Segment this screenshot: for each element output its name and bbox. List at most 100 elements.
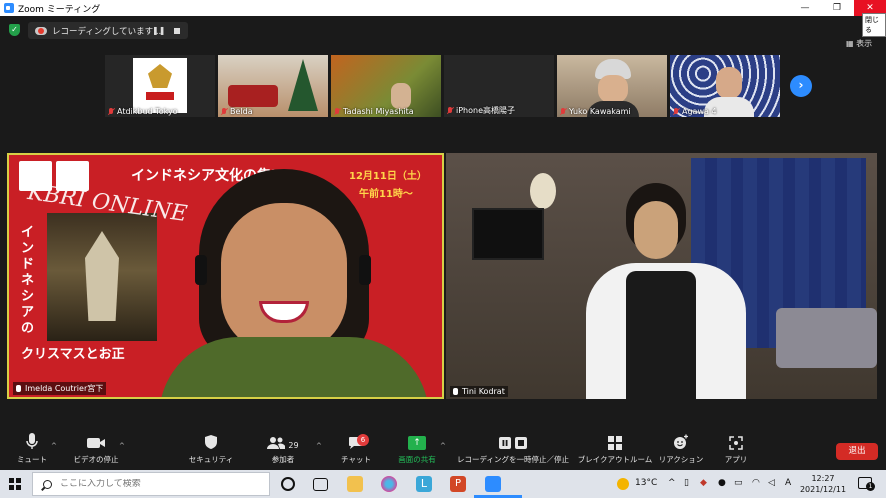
mic-muted-icon <box>108 107 114 116</box>
speaker-person <box>159 169 429 397</box>
smiley-plus-icon <box>673 428 689 450</box>
view-button[interactable]: ▦ 表示 <box>846 38 872 49</box>
zoom-taskbar-icon[interactable] <box>485 476 501 492</box>
red-sofa <box>228 85 278 107</box>
participant-thumbnail-strip: Atdikbud Tokyo Belda Tadashi Miyashita i… <box>105 55 781 117</box>
participant-name: Agawa 4 <box>673 107 717 116</box>
participant-name: Tadashi Miyashita <box>334 107 414 116</box>
breakout-rooms-button[interactable]: ブレイクアウトルーム <box>577 428 653 470</box>
snipping-tool-icon[interactable] <box>381 476 397 492</box>
stop-recording-icon[interactable] <box>171 25 182 36</box>
close-tooltip: 閉じる <box>862 13 886 37</box>
microphone-icon <box>25 428 39 450</box>
security-tray-icon[interactable]: ◆ <box>700 478 707 488</box>
participant-name: Yuko Kawakami <box>560 107 631 116</box>
apps-button[interactable]: アプリ <box>722 428 750 470</box>
share-options-chevron-icon[interactable]: ^ <box>440 442 446 450</box>
temple-photo <box>47 213 157 341</box>
apps-label: アプリ <box>724 455 748 464</box>
participants-icon: 29 <box>267 428 299 450</box>
sofa <box>776 308 877 368</box>
security-label: セキュリティ <box>188 455 234 464</box>
windows-start-icon[interactable] <box>9 478 21 490</box>
taskbar-clock[interactable]: 12:27 2021/12/11 <box>799 473 847 495</box>
tablet-icon[interactable]: ▯ <box>684 478 689 488</box>
battery-icon[interactable]: ▭ <box>734 478 743 488</box>
breakout-label: ブレイクアウトルーム <box>577 455 653 464</box>
meeting-top-bar: ✓ レコーディングしています... ❚❚ ▦ 表示 <box>0 16 886 48</box>
weather-sun-icon[interactable] <box>617 478 629 490</box>
ime-indicator[interactable]: A <box>785 478 791 488</box>
participant-face <box>391 83 411 109</box>
apps-icon <box>729 428 743 450</box>
powerpoint-icon[interactable]: P <box>450 476 466 492</box>
audio-options-chevron-icon[interactable]: ^ <box>51 442 57 450</box>
stop-video-button[interactable]: ビデオの停止 <box>70 428 122 470</box>
pause-recording-icon[interactable]: ❚❚ <box>152 25 165 36</box>
headset-right-icon <box>359 255 371 285</box>
participant-name: Atdikbud Tokyo <box>108 107 178 116</box>
speaker-face <box>221 203 347 353</box>
participant-thumbnail[interactable]: Agawa 4 <box>670 55 780 117</box>
video-camera-icon <box>86 428 106 450</box>
active-speaker-video[interactable]: インドネシア文化の集い 12月11日（土） 午前11時～ KBRI ONLINE… <box>7 153 444 399</box>
recording-pause-stop-button[interactable]: レコーディングを一時停止／停止 <box>455 428 571 470</box>
mic-icon <box>453 388 458 395</box>
share-screen-icon: ↑ <box>408 428 426 450</box>
performer-black-apron <box>626 271 696 399</box>
participants-button[interactable]: 29 参加者 <box>267 428 299 470</box>
video-name-label: Tini Kodrat <box>450 386 508 397</box>
temperature-text[interactable]: 13°C <box>635 478 657 488</box>
restore-button[interactable]: ❐ <box>822 0 852 16</box>
cloud-recording-icon <box>35 26 47 35</box>
wifi-icon[interactable]: ◠ <box>752 478 760 488</box>
participant-thumbnail[interactable]: Atdikbud Tokyo <box>105 55 215 117</box>
meeting-controls-toolbar: ミュート ^ ビデオの停止 ^ セキュリティ 29 参加者 ^ チャット ↑ 画… <box>0 428 886 470</box>
leave-meeting-button[interactable]: 退出 <box>836 443 878 460</box>
share-screen-button[interactable]: ↑ 画面の共有 <box>394 428 440 470</box>
clock-date: 2021/12/11 <box>799 485 847 494</box>
video-options-chevron-icon[interactable]: ^ <box>119 442 125 450</box>
reactions-button[interactable]: リアクション <box>658 428 704 470</box>
participant-thumbnail[interactable]: iPhone高橋陽子 <box>444 55 554 117</box>
breakout-rooms-icon <box>608 428 622 450</box>
performer-face <box>634 201 678 259</box>
reaction-label: リアクション <box>658 455 704 464</box>
pause-stop-icon <box>498 428 528 450</box>
mic-muted-icon <box>221 107 227 116</box>
line-app-icon[interactable]: L <box>416 476 432 492</box>
television <box>472 208 544 260</box>
video-stop-label: ビデオの停止 <box>73 455 119 464</box>
minimize-button[interactable]: — <box>790 0 820 16</box>
mute-label: ミュート <box>17 455 47 464</box>
task-view-icon[interactable] <box>313 478 328 491</box>
performer-person <box>586 183 756 399</box>
search-input[interactable] <box>60 479 260 489</box>
clock-time: 12:27 <box>811 474 835 483</box>
mic-muted-icon <box>673 107 679 116</box>
share-label: 画面の共有 <box>398 455 436 464</box>
participant-thumbnail[interactable]: Tadashi Miyashita <box>331 55 441 117</box>
participant-thumbnail[interactable]: Belda <box>218 55 328 117</box>
participant-video[interactable]: Tini Kodrat <box>446 153 877 399</box>
participant-face <box>598 75 628 103</box>
participants-chevron-icon[interactable]: ^ <box>316 442 322 450</box>
taskbar-search[interactable] <box>32 472 270 496</box>
file-explorer-icon[interactable] <box>347 476 363 492</box>
mic-tray-icon[interactable]: ● <box>718 478 726 488</box>
participant-thumbnail[interactable]: Yuko Kawakami <box>557 55 667 117</box>
tray-chevron-icon[interactable]: ^ <box>668 478 676 488</box>
zoom-app-icon <box>4 3 14 13</box>
participant-face <box>716 67 742 99</box>
encryption-shield-icon[interactable]: ✓ <box>9 24 20 36</box>
mute-button[interactable]: ミュート <box>14 428 50 470</box>
search-icon <box>43 479 52 489</box>
next-page-arrow-icon[interactable]: › <box>790 75 812 97</box>
volume-icon[interactable]: ◁ <box>768 478 775 488</box>
cortana-icon[interactable] <box>281 477 295 491</box>
banner-vertical-text: インドネシアの <box>21 225 35 336</box>
mic-muted-icon <box>447 106 453 115</box>
security-button[interactable]: セキュリティ <box>189 428 233 470</box>
participant-name: Belda <box>221 107 253 116</box>
mic-muted-icon <box>560 107 566 116</box>
